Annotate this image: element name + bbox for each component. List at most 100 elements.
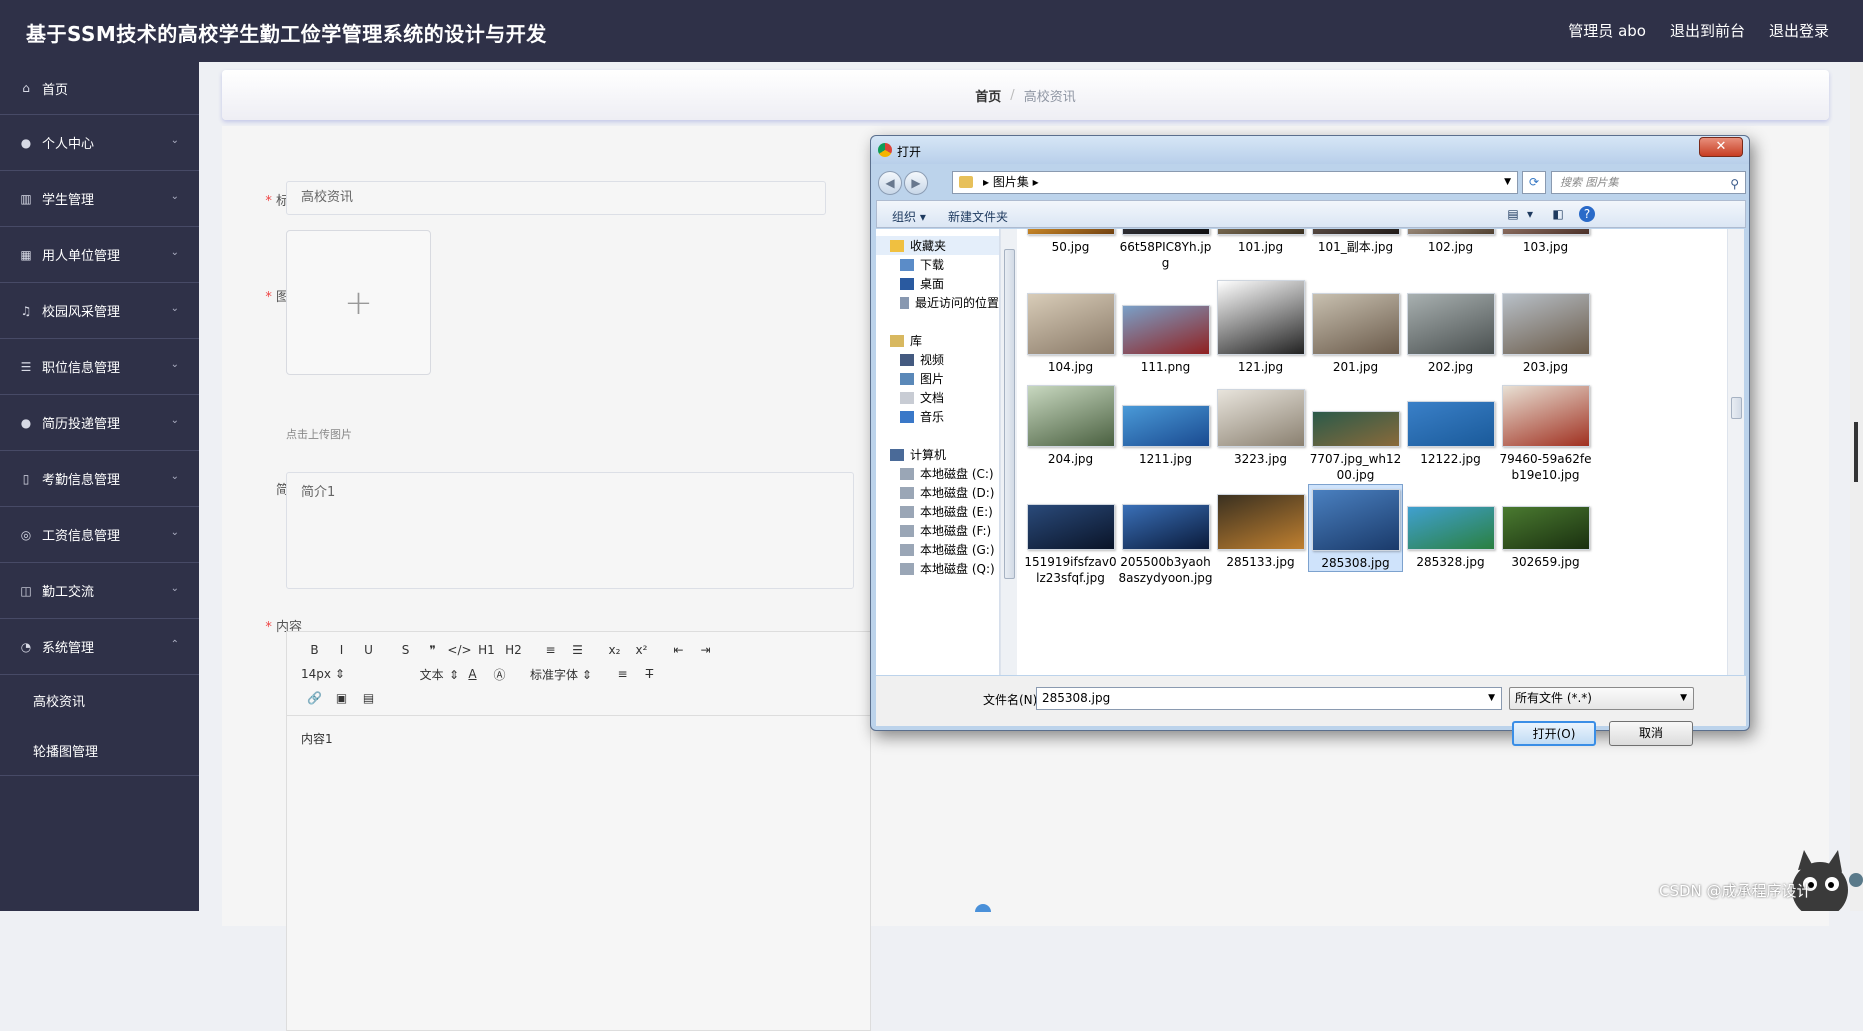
file-tile[interactable]: 285133.jpg bbox=[1213, 484, 1308, 570]
sidebar-item-8[interactable]: ◎ 工资信息管理 ⌄ bbox=[0, 507, 199, 563]
file-tile[interactable]: 79460-59a62feb19e10.jpg bbox=[1498, 381, 1593, 483]
nav-item-14[interactable]: 本地磁盘 (E:) bbox=[876, 502, 999, 521]
h1-icon[interactable]: H1 bbox=[473, 643, 500, 657]
sidebar-item-4[interactable]: ♫ 校园风采管理 ⌄ bbox=[0, 283, 199, 339]
file-tile[interactable]: 101.jpg bbox=[1213, 229, 1308, 255]
sidebar-item-3[interactable]: ▦ 用人单位管理 ⌄ bbox=[0, 227, 199, 283]
chevron-down-icon[interactable]: ▼ bbox=[1488, 688, 1495, 709]
help-icon[interactable]: ? bbox=[1579, 206, 1595, 222]
file-tile[interactable]: 111.png bbox=[1118, 289, 1213, 375]
font-color-icon[interactable]: A bbox=[459, 667, 486, 681]
sidebar-item-7[interactable]: ▯ 考勤信息管理 ⌄ bbox=[0, 451, 199, 507]
unordered-list-icon[interactable]: ☰ bbox=[564, 643, 591, 657]
close-button[interactable]: ✕ bbox=[1699, 137, 1743, 157]
chevron-down-icon[interactable]: ▼ bbox=[1504, 172, 1511, 193]
subscript-icon[interactable]: x₂ bbox=[601, 643, 628, 657]
nav-item-8[interactable]: 文档 bbox=[876, 388, 999, 407]
superscript-icon[interactable]: x² bbox=[628, 643, 655, 657]
text-type-select[interactable]: 文本 ⇕ bbox=[371, 666, 459, 683]
italic-icon[interactable]: I bbox=[328, 643, 355, 657]
image-upload-button[interactable]: + bbox=[286, 230, 431, 375]
sidebar-subitem-1[interactable]: 轮播图管理 bbox=[0, 725, 199, 775]
sidebar-item-2[interactable]: ▥ 学生管理 ⌄ bbox=[0, 171, 199, 227]
search-icon[interactable]: ⚲ bbox=[1730, 174, 1739, 195]
nav-item-9[interactable]: 音乐 bbox=[876, 407, 999, 426]
ordered-list-icon[interactable]: ≡ bbox=[537, 643, 564, 657]
nav-item-16[interactable]: 本地磁盘 (G:) bbox=[876, 540, 999, 559]
font-size-select[interactable]: 14px ⇕ bbox=[301, 667, 371, 681]
file-tile[interactable]: 205500b3yaoh8aszydyoon.jpg bbox=[1118, 484, 1213, 586]
highlight-icon[interactable]: Ⓐ bbox=[486, 666, 513, 683]
nav-item-13[interactable]: 本地磁盘 (D:) bbox=[876, 483, 999, 502]
strike-icon[interactable]: S bbox=[392, 643, 419, 657]
editor-body[interactable]: 内容1 bbox=[287, 716, 870, 761]
logout-link[interactable]: 退出登录 bbox=[1769, 20, 1829, 41]
file-tile[interactable]: 201.jpg bbox=[1308, 289, 1403, 375]
quote-icon[interactable]: ❞ bbox=[419, 643, 446, 657]
file-tile[interactable]: 101_副本.jpg bbox=[1308, 229, 1403, 255]
sidebar-item-5[interactable]: ☰ 职位信息管理 ⌄ bbox=[0, 339, 199, 395]
file-tile[interactable]: 50.jpg bbox=[1023, 229, 1118, 255]
underline-icon[interactable]: U bbox=[355, 643, 382, 657]
nav-item-5[interactable]: 库 bbox=[876, 331, 999, 350]
image-icon[interactable]: ▣ bbox=[328, 691, 355, 705]
nav-item-3[interactable]: 最近访问的位置 bbox=[876, 293, 999, 312]
file-tile[interactable]: 103.jpg bbox=[1498, 229, 1593, 255]
sidebar-item-1[interactable]: ● 个人中心 ⌄ bbox=[0, 115, 199, 171]
file-tile[interactable]: 3223.jpg bbox=[1213, 381, 1308, 467]
align-icon[interactable]: ≡ bbox=[609, 667, 636, 681]
nav-item-17[interactable]: 本地磁盘 (Q:) bbox=[876, 559, 999, 578]
cancel-button[interactable]: 取消 bbox=[1609, 721, 1693, 746]
page-scrollbar[interactable] bbox=[1850, 62, 1863, 911]
new-folder-button[interactable]: 新建文件夹 bbox=[948, 208, 1008, 225]
file-tile[interactable]: 285308.jpg bbox=[1308, 484, 1403, 572]
h2-icon[interactable]: H2 bbox=[500, 643, 527, 657]
file-tile[interactable]: 151919ifsfzav0lz23sfqf.jpg bbox=[1023, 484, 1118, 586]
link-icon[interactable]: 🔗 bbox=[301, 691, 328, 705]
filename-input[interactable]: 285308.jpg ▼ bbox=[1036, 687, 1502, 710]
nav-item-15[interactable]: 本地磁盘 (F:) bbox=[876, 521, 999, 540]
address-box[interactable]: ▸ 图片集 ▸ ▼ bbox=[952, 171, 1518, 194]
code-icon[interactable]: </> bbox=[446, 643, 473, 657]
path-segment[interactable]: 图片集 bbox=[993, 175, 1029, 189]
file-tile[interactable]: 285328.jpg bbox=[1403, 484, 1498, 570]
file-grid-scrollbar[interactable] bbox=[1727, 229, 1744, 675]
font-family-select[interactable]: 标准字体 ⇕ bbox=[513, 666, 609, 683]
file-tile[interactable]: 302659.jpg bbox=[1498, 484, 1593, 570]
clear-format-icon[interactable]: T̶ bbox=[636, 667, 663, 681]
organize-menu[interactable]: 组织 ▾ bbox=[892, 208, 926, 225]
refresh-button[interactable]: ⟳ bbox=[1522, 171, 1546, 194]
search-input[interactable]: 搜索 图片集 ⚲ bbox=[1551, 171, 1746, 194]
sidebar-item-6[interactable]: ● 简历投递管理 ⌄ bbox=[0, 395, 199, 451]
file-tile[interactable]: 121.jpg bbox=[1213, 280, 1308, 375]
nav-item-7[interactable]: 图片 bbox=[876, 369, 999, 388]
file-tile[interactable]: 204.jpg bbox=[1023, 381, 1118, 467]
file-tile[interactable]: 102.jpg bbox=[1403, 229, 1498, 255]
sidebar-item-0[interactable]: ⌂ 首页 bbox=[0, 62, 199, 115]
nav-item-1[interactable]: 下载 bbox=[876, 255, 999, 274]
view-icon[interactable]: ▤ bbox=[1505, 206, 1521, 222]
file-tile[interactable]: 7707.jpg_wh1200.jpg bbox=[1308, 381, 1403, 483]
file-tile[interactable]: 1211.jpg bbox=[1118, 381, 1213, 467]
nav-item-0[interactable]: 收藏夹 bbox=[876, 236, 999, 255]
sidebar-item-10[interactable]: ◔ 系统管理 ⌃ bbox=[0, 619, 199, 675]
intro-textarea[interactable]: 简介1 bbox=[286, 472, 854, 589]
file-tile[interactable]: 203.jpg bbox=[1498, 289, 1593, 375]
nav-item-12[interactable]: 本地磁盘 (C:) bbox=[876, 464, 999, 483]
outdent-icon[interactable]: ⇤ bbox=[665, 643, 692, 657]
nav-pane-scrollbar[interactable] bbox=[1000, 229, 1017, 675]
sidebar-subitem-0[interactable]: 高校资讯 bbox=[0, 675, 199, 725]
file-tile[interactable]: 202.jpg bbox=[1403, 289, 1498, 375]
filetype-select[interactable]: 所有文件 (*.*) ▼ bbox=[1509, 687, 1694, 710]
bold-icon[interactable]: B bbox=[301, 643, 328, 657]
file-tile[interactable]: 12122.jpg bbox=[1403, 381, 1498, 467]
sidebar-item-9[interactable]: ◫ 勤工交流 ⌄ bbox=[0, 563, 199, 619]
nav-item-2[interactable]: 桌面 bbox=[876, 274, 999, 293]
breadcrumb-home[interactable]: 首页 bbox=[975, 86, 1001, 105]
indent-icon[interactable]: ⇥ bbox=[692, 643, 719, 657]
file-tile[interactable]: 104.jpg bbox=[1023, 289, 1118, 375]
nav-item-6[interactable]: 视频 bbox=[876, 350, 999, 369]
view-dropdown-icon[interactable]: ▾ bbox=[1522, 206, 1538, 222]
preview-pane-icon[interactable]: ◧ bbox=[1550, 206, 1566, 222]
video-icon[interactable]: ▤ bbox=[355, 691, 382, 705]
